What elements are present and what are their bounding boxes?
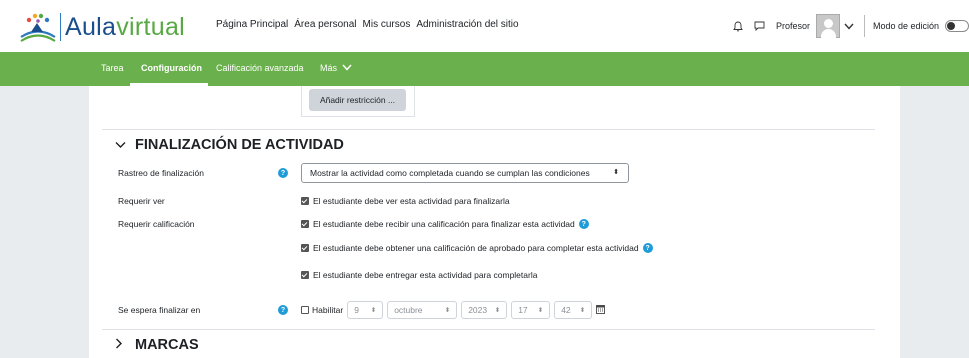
completion-tracking-label: Rastreo de finalización [118,168,204,178]
primary-navigation: Página Principal Área personal Mis curso… [216,19,525,30]
select-arrows-icon: ⬍ [370,307,377,314]
user-navigation: Profesor Modo de edición [731,14,969,38]
bell-icon[interactable] [731,19,745,33]
tab-more[interactable]: Más [320,63,352,73]
month-select[interactable]: octubre ⬍ [387,301,458,319]
require-grade-checkbox[interactable] [301,220,309,228]
tab-more-label: Más [320,63,338,73]
left-page-margin [0,86,89,358]
message-icon[interactable] [753,19,767,33]
expected-completion-label: Se espera finalizar en [118,305,201,315]
edit-mode-label: Modo de edición [872,21,939,31]
hour-value: 17 [518,305,528,315]
select-arrows-icon: ⬍ [494,307,501,314]
enable-date-label: Habilitar [312,305,344,315]
select-arrows-icon: ⬍ [579,307,586,314]
section-divider [102,329,875,330]
tab-settings[interactable]: Configuración [141,63,202,73]
tags-section-header[interactable]: MARCAS [115,337,199,353]
require-view-checkbox[interactable] [301,197,309,205]
help-icon[interactable]: ? [278,305,288,315]
require-view-label: Requerir ver [118,196,165,206]
chevron-down-icon[interactable] [842,19,856,33]
require-grade-text: El estudiante debe recibir una calificac… [313,219,575,229]
require-submit-option[interactable]: El estudiante debe entregar esta activid… [301,270,537,280]
avatar[interactable] [815,14,840,38]
require-grade-option[interactable]: El estudiante debe recibir una calificac… [301,219,589,229]
require-view-option[interactable]: El estudiante debe ver esta actividad pa… [301,196,510,206]
require-pass-checkbox[interactable] [301,244,309,252]
navbar-divider [863,15,865,37]
chevron-right-icon [115,338,129,352]
tags-section-title: MARCAS [135,337,199,353]
day-select[interactable]: 9 ⬍ [347,301,384,319]
secondary-navigation: Tarea Configuración Calificación avanzad… [0,52,969,86]
completion-tracking-value: Mostrar la actividad como completada cua… [310,168,590,178]
completion-tracking-select[interactable]: Mostrar la actividad como completada cua… [301,163,629,183]
logo-divider [60,13,61,41]
day-value: 9 [354,305,359,315]
site-logo[interactable]: Aulavirtual [18,11,186,43]
require-pass-option[interactable]: El estudiante debe obtener una calificac… [301,243,653,253]
month-value: octubre [394,305,423,315]
tab-advanced-grading[interactable]: Calificación avanzada [216,63,304,73]
help-icon[interactable]: ? [578,219,589,229]
brand-name-part2: virtual [116,12,186,41]
nav-dashboard[interactable]: Área personal [294,19,356,30]
add-restriction-button[interactable]: Añadir restricción ... [309,89,406,111]
logo-tree-icon [20,13,56,42]
calendar-icon[interactable] [596,304,606,316]
help-icon[interactable]: ? [642,243,653,253]
select-arrows-icon: ⬍ [444,307,451,314]
completion-section-header[interactable]: FINALIZACIÓN DE ACTIVIDAD [115,137,344,153]
nav-my-courses[interactable]: Mis cursos [363,19,411,30]
expected-completion-date: Habilitar 9 ⬍ octubre ⬍ 2023 ⬍ 17 ⬍ 42 ⬍ [301,301,606,319]
brand-name: Aulavirtual [65,13,185,42]
require-submit-checkbox[interactable] [301,271,309,279]
active-tab-indicator [130,83,208,86]
brand-name-part1: Aula [65,12,117,41]
select-arrows-icon: ⬍ [537,307,544,314]
require-view-text: El estudiante debe ver esta actividad pa… [313,196,510,206]
completion-section-title: FINALIZACIÓN DE ACTIVIDAD [135,137,344,153]
section-divider [102,129,875,130]
tab-task[interactable]: Tarea [101,63,124,73]
nav-home[interactable]: Página Principal [216,19,288,30]
enable-date-checkbox[interactable] [301,306,309,314]
hour-select[interactable]: 17 ⬍ [511,301,551,319]
year-value: 2023 [468,305,488,315]
chevron-down-icon [341,64,352,71]
user-name[interactable]: Profesor [776,21,810,31]
select-arrows-icon: ⬍ [613,169,619,176]
require-submit-text: El estudiante debe entregar esta activid… [313,270,538,280]
nav-site-admin[interactable]: Administración del sitio [416,19,518,30]
year-select[interactable]: 2023 ⬍ [461,301,508,319]
help-icon[interactable]: ? [278,168,288,178]
edit-mode-toggle[interactable] [945,20,969,32]
require-pass-text: El estudiante debe obtener una calificac… [313,243,639,253]
minute-select[interactable]: 42 ⬍ [554,301,593,319]
require-grade-label: Requerir calificación [118,219,195,229]
top-navbar: Aulavirtual Página Principal Área person… [0,0,969,52]
right-page-margin [900,86,969,358]
minute-value: 42 [561,305,571,315]
chevron-down-icon [115,138,129,152]
